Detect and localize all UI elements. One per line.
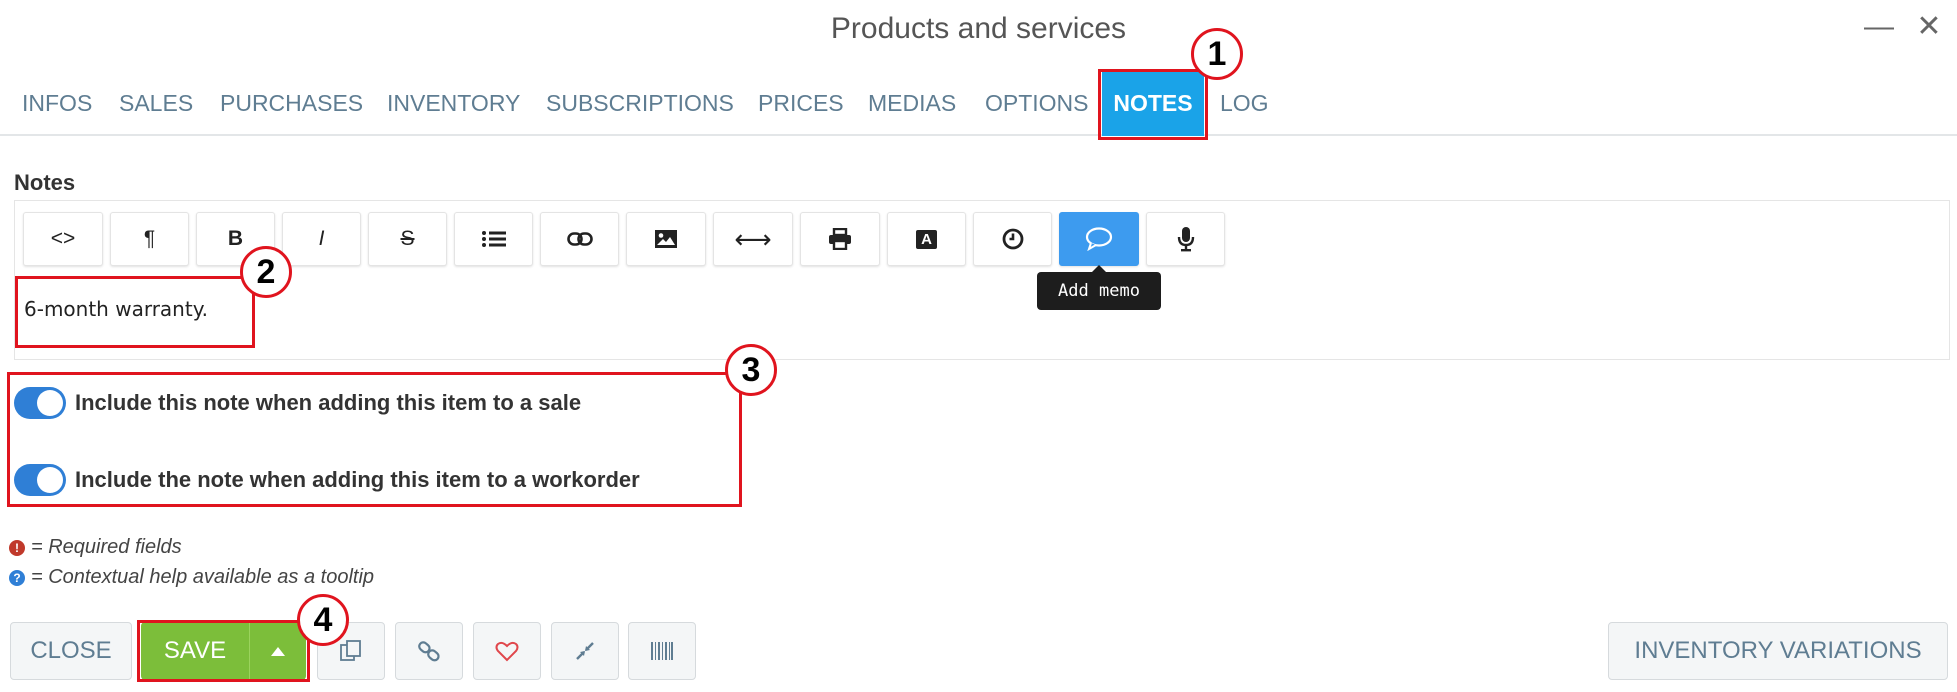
italic-button[interactable]: I: [282, 212, 361, 266]
notes-label: Notes: [14, 170, 76, 195]
tab-options[interactable]: OPTIONS: [985, 70, 1089, 136]
list-icon: [481, 231, 506, 247]
annotation-number-1: 1: [1191, 28, 1243, 80]
italic-icon: I: [318, 227, 325, 250]
link-button[interactable]: [540, 212, 619, 266]
link-button-footer[interactable]: [395, 622, 463, 680]
tab-purchases[interactable]: PURCHASES: [220, 70, 363, 136]
font-button[interactable]: A: [887, 212, 966, 266]
image-icon: [655, 230, 677, 248]
inventory-variations-button[interactable]: INVENTORY VARIATIONS: [1608, 622, 1948, 680]
compress-icon: [576, 642, 594, 660]
font-icon: A: [916, 229, 937, 249]
annotation-box-3: [7, 372, 742, 507]
horizontal-rule-button[interactable]: ⟷: [713, 212, 793, 266]
paragraph-icon: ¶: [143, 227, 156, 250]
microphone-button[interactable]: [1146, 212, 1225, 266]
title-bar: Products and services — ✕: [0, 0, 1957, 60]
notes-editor: <> ¶ B I S ⟷ A Add memo 6-month warranty…: [14, 200, 1950, 360]
microphone-icon: [1177, 227, 1194, 252]
link-icon: [566, 232, 593, 246]
minimize-icon[interactable]: —: [1862, 10, 1896, 44]
horizontal-rule-icon: ⟷: [734, 223, 772, 254]
contextual-help-text: = Contextual help available as a tooltip: [31, 566, 375, 588]
barcode-icon: [651, 642, 673, 660]
help-icon: ?: [9, 569, 25, 586]
image-button[interactable]: [626, 212, 706, 266]
strikethrough-icon: S: [400, 227, 415, 250]
required-fields-legend: ! = Required fields: [9, 536, 182, 559]
annotation-number-2: 2: [240, 246, 292, 298]
clock-button[interactable]: [973, 212, 1052, 266]
heart-icon: [495, 641, 519, 662]
annotation-number-3: 3: [725, 344, 777, 396]
add-memo-tooltip: Add memo: [1037, 265, 1161, 310]
list-button[interactable]: [454, 212, 533, 266]
code-view-icon: <>: [50, 227, 76, 250]
tab-subscriptions[interactable]: SUBSCRIPTIONS: [546, 70, 734, 136]
tab-bar: INFOS SALES PURCHASES INVENTORY SUBSCRIP…: [0, 70, 1957, 136]
bold-icon: B: [227, 227, 244, 250]
required-icon: !: [9, 539, 25, 556]
annotation-box-2: [15, 276, 255, 348]
annotation-number-4: 4: [297, 594, 349, 646]
memo-icon: [1085, 227, 1113, 251]
annotation-box-4: [137, 620, 310, 682]
tab-sales[interactable]: SALES: [119, 70, 193, 136]
tab-prices[interactable]: PRICES: [758, 70, 844, 136]
memo-button[interactable]: [1059, 212, 1139, 266]
barcode-button[interactable]: [628, 622, 696, 680]
window-title: Products and services: [830, 12, 1127, 45]
close-icon[interactable]: ✕: [1912, 10, 1946, 44]
link-icon: [418, 641, 440, 662]
favorite-button[interactable]: [473, 622, 541, 680]
tab-infos[interactable]: INFOS: [22, 70, 92, 136]
duplicate-icon: [340, 640, 361, 661]
print-icon: [829, 228, 851, 250]
tab-medias[interactable]: MEDIAS: [868, 70, 956, 136]
close-button[interactable]: CLOSE: [10, 622, 132, 680]
annotation-box-1: [1098, 69, 1208, 140]
print-button[interactable]: [800, 212, 880, 266]
required-fields-text: = Required fields: [31, 536, 182, 558]
compress-button[interactable]: [551, 622, 619, 680]
clock-icon: [1002, 228, 1023, 250]
tab-inventory[interactable]: INVENTORY: [387, 70, 520, 136]
code-view-button[interactable]: <>: [23, 212, 103, 266]
strikethrough-button[interactable]: S: [368, 212, 447, 266]
paragraph-button[interactable]: ¶: [110, 212, 189, 266]
contextual-help-legend: ? = Contextual help available as a toolt…: [9, 566, 374, 589]
tab-log[interactable]: LOG: [1220, 70, 1269, 136]
